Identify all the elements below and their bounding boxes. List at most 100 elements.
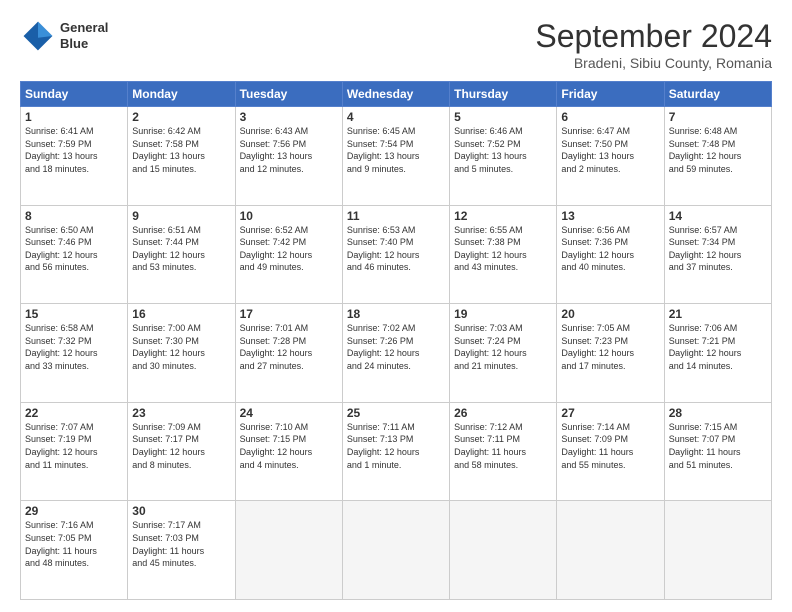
col-tuesday: Tuesday — [235, 82, 342, 107]
calendar-cell: 8Sunrise: 6:50 AM Sunset: 7:46 PM Daylig… — [21, 205, 128, 304]
day-number: 26 — [454, 406, 552, 420]
day-number: 14 — [669, 209, 767, 223]
calendar-cell: 27Sunrise: 7:14 AM Sunset: 7:09 PM Dayli… — [557, 402, 664, 501]
day-number: 12 — [454, 209, 552, 223]
calendar-cell — [557, 501, 664, 600]
calendar-cell: 25Sunrise: 7:11 AM Sunset: 7:13 PM Dayli… — [342, 402, 449, 501]
location-subtitle: Bradeni, Sibiu County, Romania — [535, 55, 772, 71]
day-number: 25 — [347, 406, 445, 420]
day-info: Sunrise: 6:50 AM Sunset: 7:46 PM Dayligh… — [25, 224, 123, 274]
day-number: 10 — [240, 209, 338, 223]
calendar-cell: 1Sunrise: 6:41 AM Sunset: 7:59 PM Daylig… — [21, 107, 128, 206]
day-info: Sunrise: 6:46 AM Sunset: 7:52 PM Dayligh… — [454, 125, 552, 175]
calendar-cell: 19Sunrise: 7:03 AM Sunset: 7:24 PM Dayli… — [450, 304, 557, 403]
day-number: 22 — [25, 406, 123, 420]
day-number: 2 — [132, 110, 230, 124]
calendar-week-3: 15Sunrise: 6:58 AM Sunset: 7:32 PM Dayli… — [21, 304, 772, 403]
calendar-cell: 30Sunrise: 7:17 AM Sunset: 7:03 PM Dayli… — [128, 501, 235, 600]
col-thursday: Thursday — [450, 82, 557, 107]
page: General Blue September 2024 Bradeni, Sib… — [0, 0, 792, 612]
calendar-cell: 9Sunrise: 6:51 AM Sunset: 7:44 PM Daylig… — [128, 205, 235, 304]
day-number: 28 — [669, 406, 767, 420]
day-info: Sunrise: 7:00 AM Sunset: 7:30 PM Dayligh… — [132, 322, 230, 372]
day-number: 5 — [454, 110, 552, 124]
day-number: 23 — [132, 406, 230, 420]
day-info: Sunrise: 6:57 AM Sunset: 7:34 PM Dayligh… — [669, 224, 767, 274]
day-number: 27 — [561, 406, 659, 420]
calendar-table: Sunday Monday Tuesday Wednesday Thursday… — [20, 81, 772, 600]
calendar-week-2: 8Sunrise: 6:50 AM Sunset: 7:46 PM Daylig… — [21, 205, 772, 304]
calendar-cell: 23Sunrise: 7:09 AM Sunset: 7:17 PM Dayli… — [128, 402, 235, 501]
day-info: Sunrise: 6:58 AM Sunset: 7:32 PM Dayligh… — [25, 322, 123, 372]
day-info: Sunrise: 7:02 AM Sunset: 7:26 PM Dayligh… — [347, 322, 445, 372]
title-block: September 2024 Bradeni, Sibiu County, Ro… — [535, 18, 772, 71]
day-info: Sunrise: 6:56 AM Sunset: 7:36 PM Dayligh… — [561, 224, 659, 274]
day-info: Sunrise: 6:48 AM Sunset: 7:48 PM Dayligh… — [669, 125, 767, 175]
calendar-cell: 28Sunrise: 7:15 AM Sunset: 7:07 PM Dayli… — [664, 402, 771, 501]
logo: General Blue — [20, 18, 108, 54]
calendar-cell: 15Sunrise: 6:58 AM Sunset: 7:32 PM Dayli… — [21, 304, 128, 403]
col-friday: Friday — [557, 82, 664, 107]
day-info: Sunrise: 6:41 AM Sunset: 7:59 PM Dayligh… — [25, 125, 123, 175]
calendar-cell: 3Sunrise: 6:43 AM Sunset: 7:56 PM Daylig… — [235, 107, 342, 206]
day-info: Sunrise: 7:17 AM Sunset: 7:03 PM Dayligh… — [132, 519, 230, 569]
day-number: 16 — [132, 307, 230, 321]
col-sunday: Sunday — [21, 82, 128, 107]
logo-line2: Blue — [60, 36, 108, 52]
calendar-cell: 10Sunrise: 6:52 AM Sunset: 7:42 PM Dayli… — [235, 205, 342, 304]
calendar-cell: 4Sunrise: 6:45 AM Sunset: 7:54 PM Daylig… — [342, 107, 449, 206]
day-number: 6 — [561, 110, 659, 124]
day-info: Sunrise: 6:43 AM Sunset: 7:56 PM Dayligh… — [240, 125, 338, 175]
day-number: 4 — [347, 110, 445, 124]
day-number: 11 — [347, 209, 445, 223]
calendar-cell — [664, 501, 771, 600]
day-number: 1 — [25, 110, 123, 124]
day-number: 30 — [132, 504, 230, 518]
day-info: Sunrise: 7:06 AM Sunset: 7:21 PM Dayligh… — [669, 322, 767, 372]
calendar-cell: 22Sunrise: 7:07 AM Sunset: 7:19 PM Dayli… — [21, 402, 128, 501]
day-number: 18 — [347, 307, 445, 321]
day-info: Sunrise: 7:01 AM Sunset: 7:28 PM Dayligh… — [240, 322, 338, 372]
calendar-cell: 17Sunrise: 7:01 AM Sunset: 7:28 PM Dayli… — [235, 304, 342, 403]
calendar-cell — [450, 501, 557, 600]
calendar-cell: 21Sunrise: 7:06 AM Sunset: 7:21 PM Dayli… — [664, 304, 771, 403]
calendar-cell: 6Sunrise: 6:47 AM Sunset: 7:50 PM Daylig… — [557, 107, 664, 206]
day-info: Sunrise: 6:45 AM Sunset: 7:54 PM Dayligh… — [347, 125, 445, 175]
weekday-row: Sunday Monday Tuesday Wednesday Thursday… — [21, 82, 772, 107]
day-number: 15 — [25, 307, 123, 321]
day-number: 19 — [454, 307, 552, 321]
day-number: 17 — [240, 307, 338, 321]
day-info: Sunrise: 7:10 AM Sunset: 7:15 PM Dayligh… — [240, 421, 338, 471]
calendar-week-4: 22Sunrise: 7:07 AM Sunset: 7:19 PM Dayli… — [21, 402, 772, 501]
calendar-week-5: 29Sunrise: 7:16 AM Sunset: 7:05 PM Dayli… — [21, 501, 772, 600]
calendar-cell: 2Sunrise: 6:42 AM Sunset: 7:58 PM Daylig… — [128, 107, 235, 206]
day-info: Sunrise: 6:55 AM Sunset: 7:38 PM Dayligh… — [454, 224, 552, 274]
day-info: Sunrise: 7:15 AM Sunset: 7:07 PM Dayligh… — [669, 421, 767, 471]
calendar-cell: 13Sunrise: 6:56 AM Sunset: 7:36 PM Dayli… — [557, 205, 664, 304]
day-info: Sunrise: 7:12 AM Sunset: 7:11 PM Dayligh… — [454, 421, 552, 471]
month-title: September 2024 — [535, 18, 772, 55]
calendar-header: Sunday Monday Tuesday Wednesday Thursday… — [21, 82, 772, 107]
day-info: Sunrise: 7:03 AM Sunset: 7:24 PM Dayligh… — [454, 322, 552, 372]
day-number: 8 — [25, 209, 123, 223]
calendar-cell: 12Sunrise: 6:55 AM Sunset: 7:38 PM Dayli… — [450, 205, 557, 304]
calendar-cell: 5Sunrise: 6:46 AM Sunset: 7:52 PM Daylig… — [450, 107, 557, 206]
calendar-cell: 20Sunrise: 7:05 AM Sunset: 7:23 PM Dayli… — [557, 304, 664, 403]
calendar-cell — [342, 501, 449, 600]
col-saturday: Saturday — [664, 82, 771, 107]
logo-icon — [20, 18, 56, 54]
day-info: Sunrise: 7:07 AM Sunset: 7:19 PM Dayligh… — [25, 421, 123, 471]
day-number: 21 — [669, 307, 767, 321]
day-number: 9 — [132, 209, 230, 223]
day-number: 29 — [25, 504, 123, 518]
calendar-cell: 29Sunrise: 7:16 AM Sunset: 7:05 PM Dayli… — [21, 501, 128, 600]
day-number: 13 — [561, 209, 659, 223]
calendar-cell: 24Sunrise: 7:10 AM Sunset: 7:15 PM Dayli… — [235, 402, 342, 501]
calendar-cell: 26Sunrise: 7:12 AM Sunset: 7:11 PM Dayli… — [450, 402, 557, 501]
day-number: 7 — [669, 110, 767, 124]
day-info: Sunrise: 6:53 AM Sunset: 7:40 PM Dayligh… — [347, 224, 445, 274]
logo-text: General Blue — [60, 20, 108, 51]
day-info: Sunrise: 7:09 AM Sunset: 7:17 PM Dayligh… — [132, 421, 230, 471]
day-info: Sunrise: 6:42 AM Sunset: 7:58 PM Dayligh… — [132, 125, 230, 175]
header: General Blue September 2024 Bradeni, Sib… — [20, 18, 772, 71]
